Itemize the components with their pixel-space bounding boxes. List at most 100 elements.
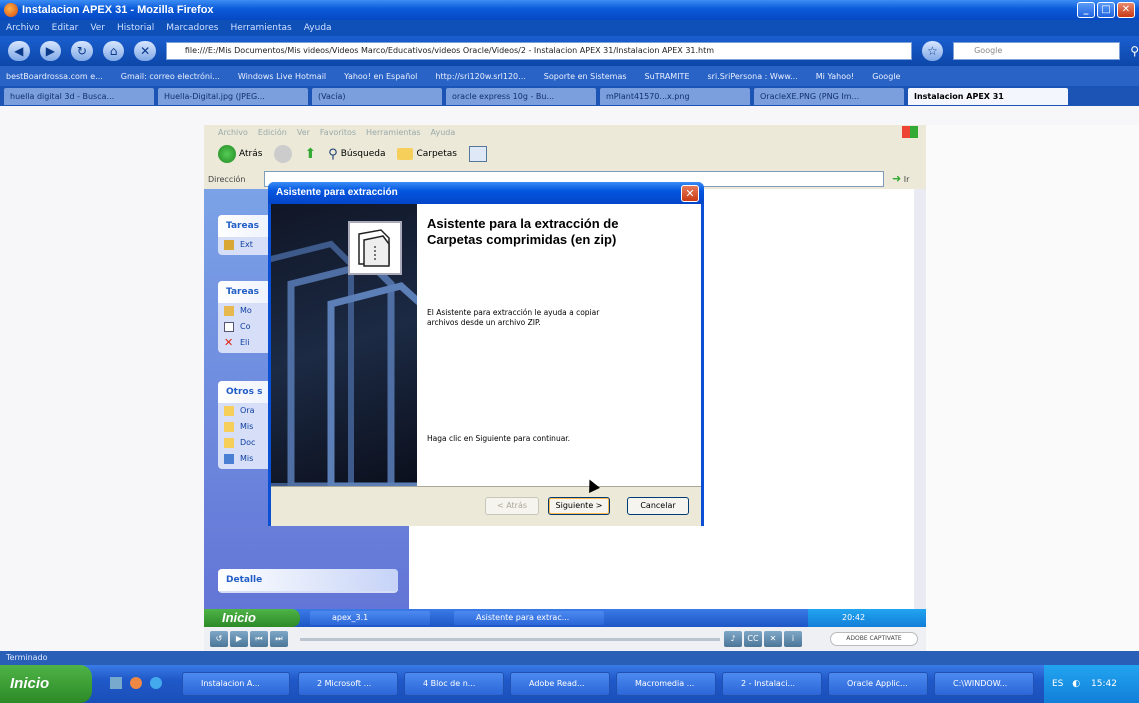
bookmark-item[interactable]: Yahoo! en Español [344,72,417,81]
menu-historial[interactable]: Historial [117,23,154,33]
home-icon[interactable]: ⌂ [102,41,125,61]
tray-volume-icon[interactable]: ◐ [1072,679,1080,689]
back-button[interactable]: < Atrás [485,497,539,515]
close-button[interactable]: ✕ [1117,2,1135,18]
bookmark-item[interactable]: bestBoardrossa.com e... [6,72,103,81]
tray-clock: 20:42 [842,613,866,622]
start-button[interactable]: Inicio [0,665,92,703]
explorer-menubar: Archivo Edición Ver Favoritos Herramient… [204,125,926,139]
search-magnifier-icon[interactable]: ⚲ [1130,44,1139,58]
progress-track[interactable] [300,638,720,641]
bookmark-item[interactable]: Windows Live Hotmail [238,72,326,81]
tab-oracle-express[interactable]: oracle express 10g - Bu... [446,87,596,105]
taskbar-item-wizard[interactable]: Asistente para extrac... [454,611,604,625]
reload-icon[interactable]: ↻ [71,41,93,61]
tab-vacia[interactable]: (Vacía) [312,87,442,105]
rewind-icon[interactable]: ↺ [210,631,228,647]
folder-icon [224,406,234,416]
menu-marcadores[interactable]: Marcadores [166,23,218,33]
menu-herramientas[interactable]: Herramientas [230,23,291,33]
menu-herramientas[interactable]: Herramientas [366,128,421,137]
search-button[interactable]: ⚲ Búsqueda [328,147,385,162]
dialog-close-button[interactable]: ✕ [681,185,699,202]
previous-icon[interactable]: ⏮ [250,631,268,647]
up-folder-icon[interactable]: ⬆ [304,146,316,162]
language-indicator[interactable]: ES [1052,679,1063,689]
wizard-banner-image [271,204,417,486]
firefox-statusbar: Terminado [0,651,1139,665]
taskbar-item[interactable]: Adobe Read... [510,672,610,696]
play-icon[interactable]: ▶ [230,631,248,647]
search-input[interactable]: Google [953,42,1121,60]
info-icon[interactable]: i [784,631,802,647]
back-arrow-icon[interactable]: ◀ [8,41,30,61]
tab-huella-busca[interactable]: huella digital 3d - Busca... [4,87,154,105]
forward-arrow-icon[interactable]: ▶ [39,41,62,61]
tab-instalacion-apex[interactable]: Instalacion APEX 31 [908,87,1068,105]
taskbar-item[interactable]: Instalacion A... [182,672,290,696]
panel-title[interactable]: Detalle [218,569,398,591]
firefox-menubar: Archivo Editar Ver Historial Marcadores … [0,20,1139,36]
show-desktop-icon[interactable] [110,677,122,689]
minimize-button[interactable]: _ [1077,2,1095,18]
video-start-button[interactable]: Inicio [204,609,300,627]
bookmark-star-icon[interactable]: ☆ [921,41,944,61]
menu-ayuda[interactable]: Ayuda [304,23,332,33]
bookmark-item[interactable]: Soporte en Sistemas [544,72,627,81]
taskbar-item[interactable]: 2 Microsoft ... [298,672,398,696]
taskbar-item[interactable]: C:\WINDOW... [934,672,1034,696]
stop-icon[interactable]: ✕ [134,41,156,61]
taskbar-item[interactable]: 2 - Instalaci... [722,672,822,696]
next-button[interactable]: Siguiente > [548,497,610,515]
tab-png[interactable]: mPlant41570...x.png [600,87,750,105]
wizard-hint: Haga clic en Siguiente para continuar. [427,434,571,443]
my-documents-icon [224,422,234,432]
cancel-button[interactable]: Cancelar [627,497,689,515]
bookmark-item[interactable]: http://sri120w.srl120... [435,72,525,81]
menu-favoritos[interactable]: Favoritos [320,128,356,137]
dialog-titlebar: Asistente para extracción [268,182,704,204]
bookmark-item[interactable]: SuTRAMITE [645,72,690,81]
tab-oraclexe[interactable]: OracleXE.PNG (PNG Im... [754,87,904,105]
wizard-content: Asistente para la extracción de Carpetas… [417,204,701,486]
menu-ver[interactable]: Ver [90,23,105,33]
taskbar-item-apex[interactable]: apex_3.1 [310,611,430,625]
menu-ayuda[interactable]: Ayuda [431,128,456,137]
menu-edicion[interactable]: Edición [258,128,287,137]
close-player-icon[interactable]: ✕ [764,631,782,647]
tab-huella-jpeg[interactable]: Huella-Digital.jpg (JPEG... [158,87,308,105]
menu-archivo[interactable]: Archivo [6,23,40,33]
windows-taskbar: Inicio Instalacion A... 2 Microsoft ... … [0,665,1139,703]
bookmark-item[interactable]: Gmail: correo electróni... [121,72,220,81]
my-network-icon [224,454,234,464]
browser-icon[interactable] [130,677,142,689]
firefox-icon [4,3,18,17]
video-taskbar: Inicio apex_3.1 Asistente para extrac...… [204,609,926,627]
taskbar-item[interactable]: Macromedia ... [616,672,716,696]
menu-editar[interactable]: Editar [52,23,79,33]
forward-arrow-icon[interactable] [274,145,293,163]
menu-ver[interactable]: Ver [297,128,310,137]
captions-icon[interactable]: CC [744,631,762,647]
taskbar-item[interactable]: 4 Bloc de n... [404,672,504,696]
maximize-button[interactable]: □ [1097,2,1115,18]
views-icon[interactable] [468,146,487,162]
go-button[interactable]: ➜ Ir [892,172,909,185]
go-arrow-icon: ➜ [892,172,902,185]
bookmark-item[interactable]: Google [872,72,900,81]
scrollbar[interactable] [914,189,926,609]
dialog-button-bar: < Atrás Siguiente > Cancelar [271,486,701,526]
folders-button[interactable]: Carpetas [397,148,457,160]
url-input[interactable]: file:///E:/Mis Documentos/Mis videos/Vid… [165,42,912,60]
taskbar-item[interactable]: Oracle Applic... [828,672,928,696]
ie-icon[interactable] [150,677,162,689]
volume-icon[interactable]: ♪ [724,631,742,647]
quick-launch [110,677,162,689]
menu-archivo[interactable]: Archivo [218,128,248,137]
wizard-heading: Asistente para la extracción de Carpetas… [427,216,619,247]
back-button[interactable]: Atrás [218,145,262,163]
page-margin [926,125,1139,651]
bookmark-item[interactable]: sri.SriPersona : Www... [708,72,798,81]
bookmark-item[interactable]: Mi Yahoo! [816,72,854,81]
next-icon[interactable]: ⏭ [270,631,288,647]
